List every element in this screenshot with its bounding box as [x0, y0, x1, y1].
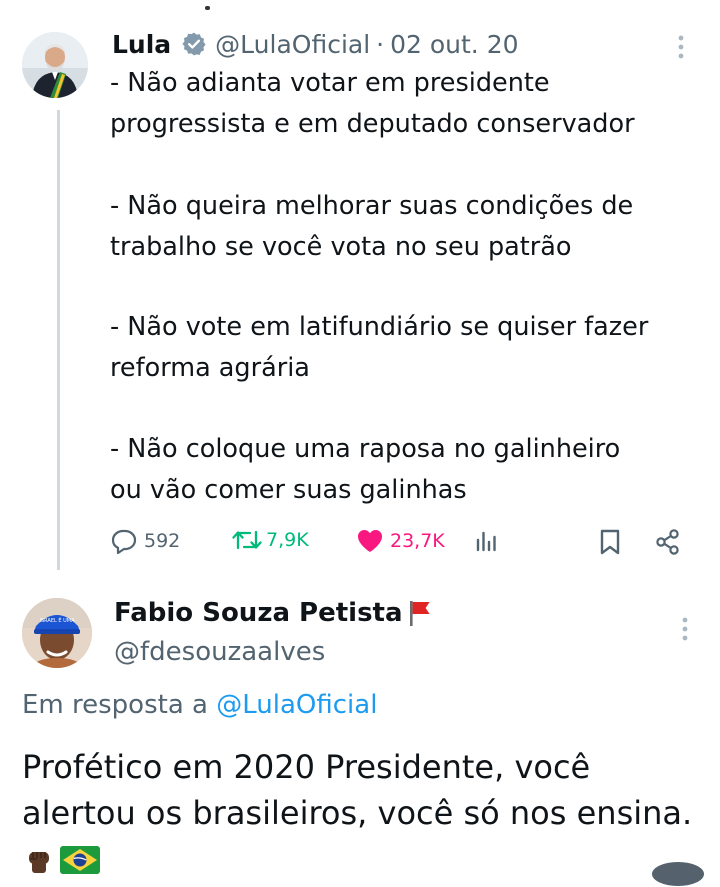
retweet-button[interactable]: 7,9K [232, 528, 309, 552]
tweet-line: ou vão comer suas galinhas [110, 475, 467, 505]
more-options-icon[interactable] [676, 34, 686, 64]
tweet-date[interactable]: 02 out. 20 [390, 30, 518, 59]
brazil-flag-icon [60, 840, 100, 874]
raised-fist-icon [24, 841, 54, 873]
tweet-line: - Não adianta votar em presidente [110, 68, 550, 98]
thread-connector-line [57, 110, 60, 570]
like-button[interactable]: 23,7K [356, 528, 445, 554]
tweet-line: trabalho se você vota no seu patrão [110, 232, 572, 262]
in-reply-prefix: Em resposta a [22, 690, 208, 720]
tweet-paragraph: - Não coloque uma raposa no galinheiro o… [110, 429, 620, 511]
reply-body: Profético em 2020 Presidente, você alert… [22, 744, 702, 882]
reply-author-row: Fabio Souza Petista [114, 598, 433, 628]
retweet-count: 7,9K [266, 529, 309, 551]
tweet-line: - Não coloque uma raposa no galinheiro [110, 434, 621, 464]
svg-text:ISRAEL É UMA: ISRAEL É UMA [39, 616, 75, 624]
lula-avatar[interactable] [22, 32, 88, 98]
tweet-line: reforma agrária [110, 353, 310, 383]
more-options-icon[interactable] [680, 616, 690, 646]
floating-scroll-button[interactable] [652, 862, 704, 886]
author-name[interactable]: Lula [112, 30, 171, 59]
reply-author-name[interactable]: Fabio Souza Petista [114, 598, 403, 628]
share-icon[interactable] [654, 528, 682, 556]
tweet-line: progressista e em deputado conservador [110, 109, 635, 139]
fabio-avatar[interactable]: ISRAEL É UMA [22, 598, 92, 668]
tweet-line: - Não queira melhorar suas condições de [110, 191, 634, 221]
reply-count: 592 [144, 530, 181, 552]
retweet-icon [232, 528, 262, 552]
tweet-paragraph: - Não queira melhorar suas condições de … [110, 186, 633, 268]
tweet-paragraph: - Não vote em latifundiário se quiser fa… [110, 307, 648, 389]
reply-icon [110, 528, 138, 554]
reply-button[interactable]: 592 [110, 528, 180, 554]
tweet-line: - Não vote em latifundiário se quiser fa… [110, 312, 649, 342]
verified-badge-icon [181, 31, 207, 57]
reply-body-text: Profético em 2020 Presidente, você alert… [22, 748, 693, 832]
in-reply-handle-link[interactable]: @LulaOficial [216, 690, 377, 720]
reply-author-handle[interactable]: @fdesouzaalves [114, 637, 325, 667]
like-icon [356, 528, 384, 554]
in-reply-to: Em resposta a @LulaOficial [22, 690, 377, 720]
like-count: 23,7K [390, 530, 445, 552]
bookmark-icon[interactable] [598, 528, 622, 556]
header-separator: · [376, 29, 385, 59]
views-icon[interactable] [474, 528, 500, 554]
tweet-action-bar: 592 7,9K 23,7K [110, 528, 690, 560]
tweet-paragraph: - Não adianta votar em presidente progre… [110, 63, 635, 145]
red-flag-icon [407, 598, 433, 628]
top-scroll-hint [205, 6, 210, 10]
author-handle[interactable]: @LulaOficial [215, 30, 370, 59]
tweet-header: Lula @LulaOficial · 02 out. 20 [112, 28, 519, 60]
